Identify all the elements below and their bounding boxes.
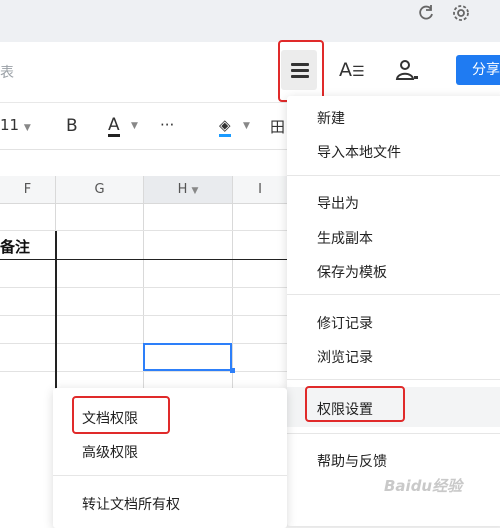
cell-remark[interactable]: 备注 — [0, 236, 30, 257]
submenu-item-advanced-permission[interactable]: 高级权限 — [82, 442, 138, 462]
menu-item-import[interactable]: 导入本地文件 — [317, 142, 401, 162]
menu-separator — [53, 475, 287, 476]
text-format-icon[interactable]: A☰ — [339, 59, 365, 81]
highlight-document-permission — [72, 396, 170, 434]
menu-separator — [287, 294, 500, 295]
fill-handle[interactable] — [230, 368, 235, 373]
menu-item-help-feedback[interactable]: 帮助与反馈 — [317, 451, 387, 471]
collaborator-icon[interactable] — [394, 58, 420, 82]
font-size-select[interactable]: 11 ▼ — [0, 116, 31, 134]
chevron-down-icon: ▼ — [23, 123, 31, 133]
column-h-label: H — [177, 182, 188, 197]
selected-cell[interactable] — [143, 343, 232, 371]
bold-button[interactable]: B — [66, 116, 78, 136]
font-color-button[interactable]: A — [108, 116, 120, 137]
menu-item-duplicate[interactable]: 生成副本 — [317, 228, 373, 248]
fill-color-button[interactable]: ◈ — [219, 116, 231, 137]
refresh-icon[interactable] — [415, 2, 437, 24]
grid-line — [0, 371, 287, 372]
title-bar — [0, 42, 500, 103]
chevron-down-icon[interactable]: ▼ — [192, 186, 199, 196]
menu-item-export[interactable]: 导出为 — [317, 193, 359, 213]
border-button[interactable]: 田 — [270, 116, 285, 137]
menu-item-view-history[interactable]: 浏览记录 — [317, 347, 373, 367]
column-header-h[interactable]: H ▼ — [144, 176, 232, 204]
grid-line — [0, 315, 287, 316]
document-title-fragment[interactable]: 表 — [0, 62, 14, 82]
main-dropdown-menu: 新建 导入本地文件 导出为 生成副本 保存为模板 修订记录 浏览记录 权限设置 … — [287, 96, 500, 526]
chevron-down-icon[interactable]: ▼ — [243, 121, 250, 131]
menu-separator — [287, 433, 500, 434]
watermark-text: Baidu经验 — [384, 477, 463, 495]
menu-item-new[interactable]: 新建 — [317, 108, 345, 128]
grid-line — [0, 287, 287, 288]
highlight-menu-button — [278, 40, 324, 102]
highlight-permission-settings — [305, 386, 405, 422]
menu-item-save-template[interactable]: 保存为模板 — [317, 262, 387, 282]
share-button[interactable]: 分享 — [456, 55, 500, 85]
chevron-down-icon[interactable]: ▼ — [131, 121, 138, 131]
grid-line — [0, 230, 287, 231]
column-header-i[interactable]: I — [233, 176, 287, 204]
font-size-value: 11 — [0, 116, 20, 134]
menu-separator — [287, 379, 500, 380]
menu-separator — [287, 175, 500, 176]
more-options-button[interactable]: ··· — [160, 116, 174, 134]
menu-item-revision-history[interactable]: 修订记录 — [317, 313, 373, 333]
column-header-g[interactable]: G — [56, 176, 143, 204]
settings-gear-icon[interactable] — [450, 2, 472, 24]
grid-line — [0, 259, 287, 260]
column-header-f[interactable]: F — [0, 176, 55, 204]
submenu-item-transfer-ownership[interactable]: 转让文档所有权 — [82, 494, 180, 514]
